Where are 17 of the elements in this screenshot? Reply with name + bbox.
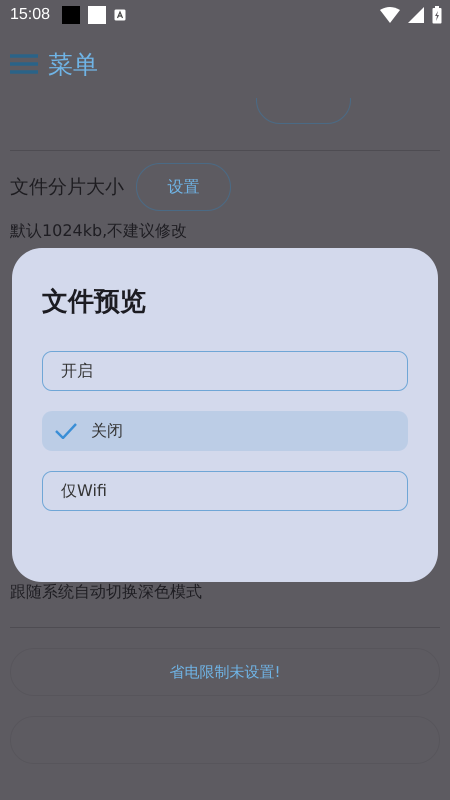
notification-icon: [62, 6, 80, 24]
wifi-icon: [380, 7, 400, 23]
dialog-title: 文件预览: [42, 286, 147, 319]
setting-hint: 默认1024kb,不建议修改: [10, 221, 188, 242]
notification-icon: [88, 6, 106, 24]
signal-icon: [408, 7, 424, 23]
option-chip[interactable]: 开启: [42, 351, 408, 391]
option-chip[interactable]: 仅Wifi: [42, 471, 408, 511]
notification-icon: [114, 9, 126, 21]
battery-icon: [432, 6, 442, 24]
app-title: 菜单: [48, 48, 98, 80]
option-chip[interactable]: 关闭: [42, 411, 408, 451]
status-time: 15:08: [10, 6, 50, 24]
setting-hint: 跟随系统自动切换深色模式: [10, 582, 203, 603]
setting-label: 文件分片大小: [10, 175, 124, 200]
check-icon: [55, 423, 77, 439]
menu-icon[interactable]: [10, 54, 38, 74]
